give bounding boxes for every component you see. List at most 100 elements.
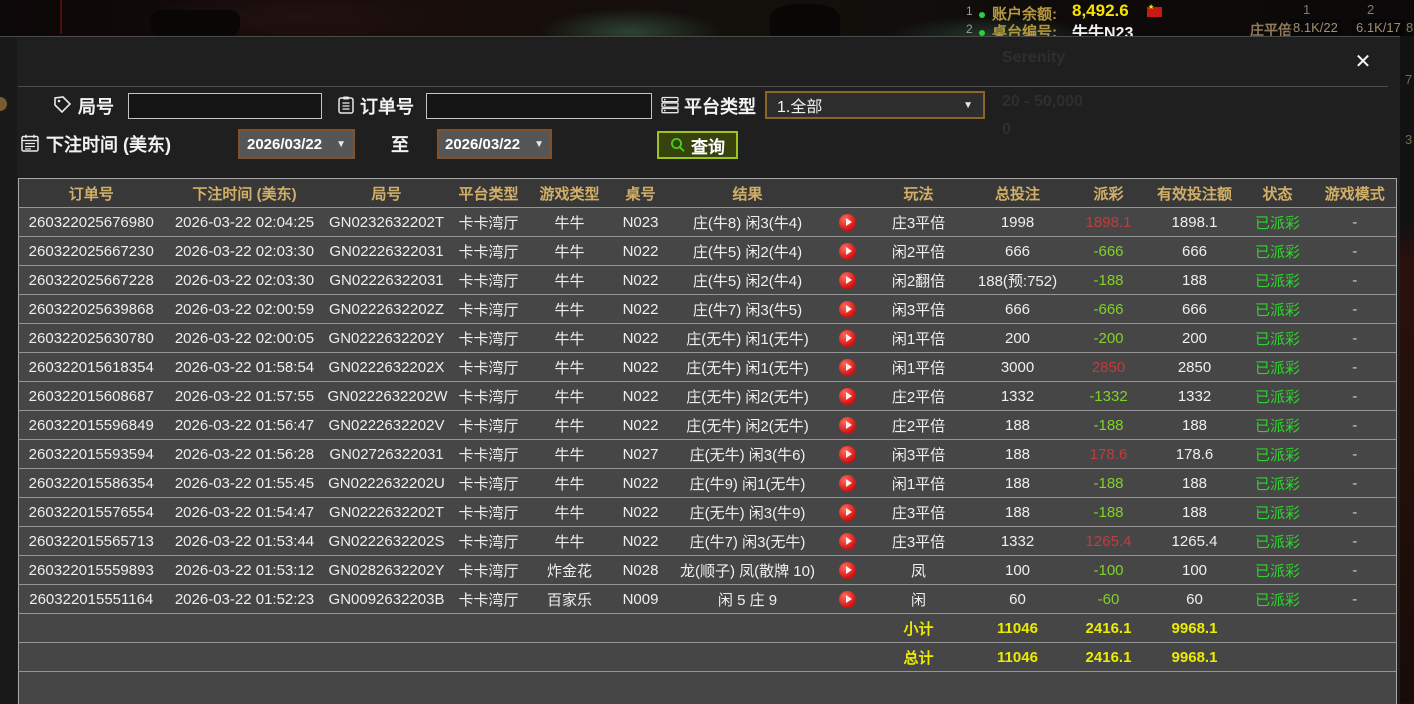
cell-game-mode: - (1314, 585, 1397, 614)
cell-round-id: GN02226322031 (326, 266, 448, 295)
cell-status: 已派彩 (1242, 353, 1314, 382)
table-row: 260322015596849 2026-03-22 01:56:47 GN02… (19, 411, 1397, 440)
cell-table-number: N009 (610, 585, 672, 614)
cell-game-type: 牛牛 (530, 237, 610, 266)
cell-game-type: 牛牛 (530, 527, 610, 556)
cell-order-number: 260322025630780 (19, 324, 164, 353)
replay-play-icon[interactable] (839, 591, 856, 608)
cell-replay (824, 295, 872, 324)
cell-status: 已派彩 (1242, 382, 1314, 411)
close-icon[interactable]: ✕ (1350, 49, 1376, 75)
subtotal-row: 小计 11046 2416.1 9968.1 (19, 614, 1397, 643)
table-row: 260322015559893 2026-03-22 01:53:12 GN02… (19, 556, 1397, 585)
cell-platform: 卡卡湾厅 (448, 237, 530, 266)
table-silhouette (150, 10, 240, 36)
cell-platform: 卡卡湾厅 (448, 295, 530, 324)
cell-bet-time: 2026-03-22 01:57:55 (164, 382, 326, 411)
cell-round-id: GN0222632202W (326, 382, 448, 411)
col-header-status: 状态 (1242, 179, 1314, 208)
cell-table-number: N022 (610, 237, 672, 266)
cell-payout: -188 (1070, 411, 1148, 440)
bg-row1-index: 1 (966, 4, 973, 18)
cell-result: 庄(无牛) 闲3(牛6) (672, 440, 824, 469)
bg-red-line (60, 0, 62, 34)
cell-play-method: 庄3平倍 (872, 527, 966, 556)
cell-game-type: 牛牛 (530, 324, 610, 353)
platform-select[interactable]: 1.全部 ▼ (765, 91, 985, 119)
col-header-order: 订单号 (19, 179, 164, 208)
order-input[interactable] (426, 93, 652, 119)
bet-time-filter-label: 下注时间 (美东) (46, 131, 171, 157)
cell-game-mode: - (1314, 411, 1397, 440)
scoreboard-val1: 8.1K/22 (1289, 19, 1342, 36)
cell-result: 庄(牛9) 闲1(无牛) (672, 469, 824, 498)
cell-order-number: 260322025667228 (19, 266, 164, 295)
cell-payout: 2850 (1070, 353, 1148, 382)
edge-number-2: 3 (1405, 132, 1412, 147)
cell-payout: 178.6 (1070, 440, 1148, 469)
replay-play-icon[interactable] (839, 562, 856, 579)
cell-table-number: N022 (610, 266, 672, 295)
cell-valid-stake: 1898.1 (1148, 208, 1242, 237)
cell-order-number: 260322015593594 (19, 440, 164, 469)
scoreboard-col2: 2 (1367, 2, 1374, 17)
table-row: 260322015618354 2026-03-22 01:58:54 GN02… (19, 353, 1397, 382)
replay-play-icon[interactable] (839, 388, 856, 405)
cell-play-method: 闲2翻倍 (872, 266, 966, 295)
date-from-picker[interactable]: 2026/03/22 ▼ (238, 129, 355, 159)
replay-play-icon[interactable] (839, 214, 856, 231)
order-filter-label: 订单号 (360, 93, 414, 119)
table-row: 260322015586354 2026-03-22 01:55:45 GN02… (19, 469, 1397, 498)
table-row: 260322015551164 2026-03-22 01:52:23 GN00… (19, 585, 1397, 614)
calendar-icon (20, 133, 40, 153)
replay-play-icon[interactable] (839, 417, 856, 434)
col-header-method: 玩法 (872, 179, 966, 208)
replay-play-icon[interactable] (839, 301, 856, 318)
replay-play-icon[interactable] (839, 243, 856, 260)
cell-game-type: 牛牛 (530, 353, 610, 382)
cell-game-type: 炸金花 (530, 556, 610, 585)
search-button[interactable]: 查询 (657, 131, 738, 159)
replay-play-icon[interactable] (839, 359, 856, 376)
replay-play-icon[interactable] (839, 475, 856, 492)
cell-valid-stake: 188 (1148, 266, 1242, 295)
cell-bet-time: 2026-03-22 01:55:45 (164, 469, 326, 498)
cell-order-number: 260322015608687 (19, 382, 164, 411)
cell-payout: -188 (1070, 469, 1148, 498)
cell-status: 已派彩 (1242, 295, 1314, 324)
platform-filter-label: 平台类型 (684, 93, 756, 119)
cell-total-stake: 666 (966, 237, 1070, 266)
replay-play-icon[interactable] (839, 533, 856, 550)
cell-total-stake: 188(预:752) (966, 266, 1070, 295)
replay-play-icon[interactable] (839, 330, 856, 347)
round-input[interactable] (128, 93, 322, 119)
cell-bet-time: 2026-03-22 01:52:23 (164, 585, 326, 614)
total-payout: 2416.1 (1070, 643, 1148, 672)
replay-play-icon[interactable] (839, 272, 856, 289)
clipboard-icon (336, 95, 356, 115)
cell-game-mode: - (1314, 498, 1397, 527)
cell-result: 庄(无牛) 闲1(无牛) (672, 324, 824, 353)
modal-header-divider (18, 86, 1388, 87)
date-to-picker[interactable]: 2026/03/22 ▼ (437, 129, 552, 159)
col-header-payout: 派彩 (1070, 179, 1148, 208)
cell-platform: 卡卡湾厅 (448, 469, 530, 498)
cell-play-method: 闲1平倍 (872, 469, 966, 498)
cell-table-number: N028 (610, 556, 672, 585)
bet-history-modal: ✕ Serenity 20 - 50,000 0 局号 订单号 平台类型 1.全… (0, 36, 1400, 704)
cell-bet-time: 2026-03-22 01:54:47 (164, 498, 326, 527)
dealer-silhouette (770, 4, 840, 36)
date-from-value: 2026/03/22 (247, 136, 322, 153)
chevron-down-icon: ▼ (963, 100, 973, 111)
cell-total-stake: 1332 (966, 527, 1070, 556)
round-filter-label: 局号 (78, 93, 114, 119)
cell-table-number: N022 (610, 411, 672, 440)
table-row: 260322025630780 2026-03-22 02:00:05 GN02… (19, 324, 1397, 353)
cell-round-id: GN0222632202T (326, 498, 448, 527)
cell-replay (824, 237, 872, 266)
cell-game-type: 牛牛 (530, 469, 610, 498)
replay-play-icon[interactable] (839, 446, 856, 463)
cell-table-number: N022 (610, 295, 672, 324)
replay-play-icon[interactable] (839, 504, 856, 521)
cell-total-stake: 1332 (966, 382, 1070, 411)
